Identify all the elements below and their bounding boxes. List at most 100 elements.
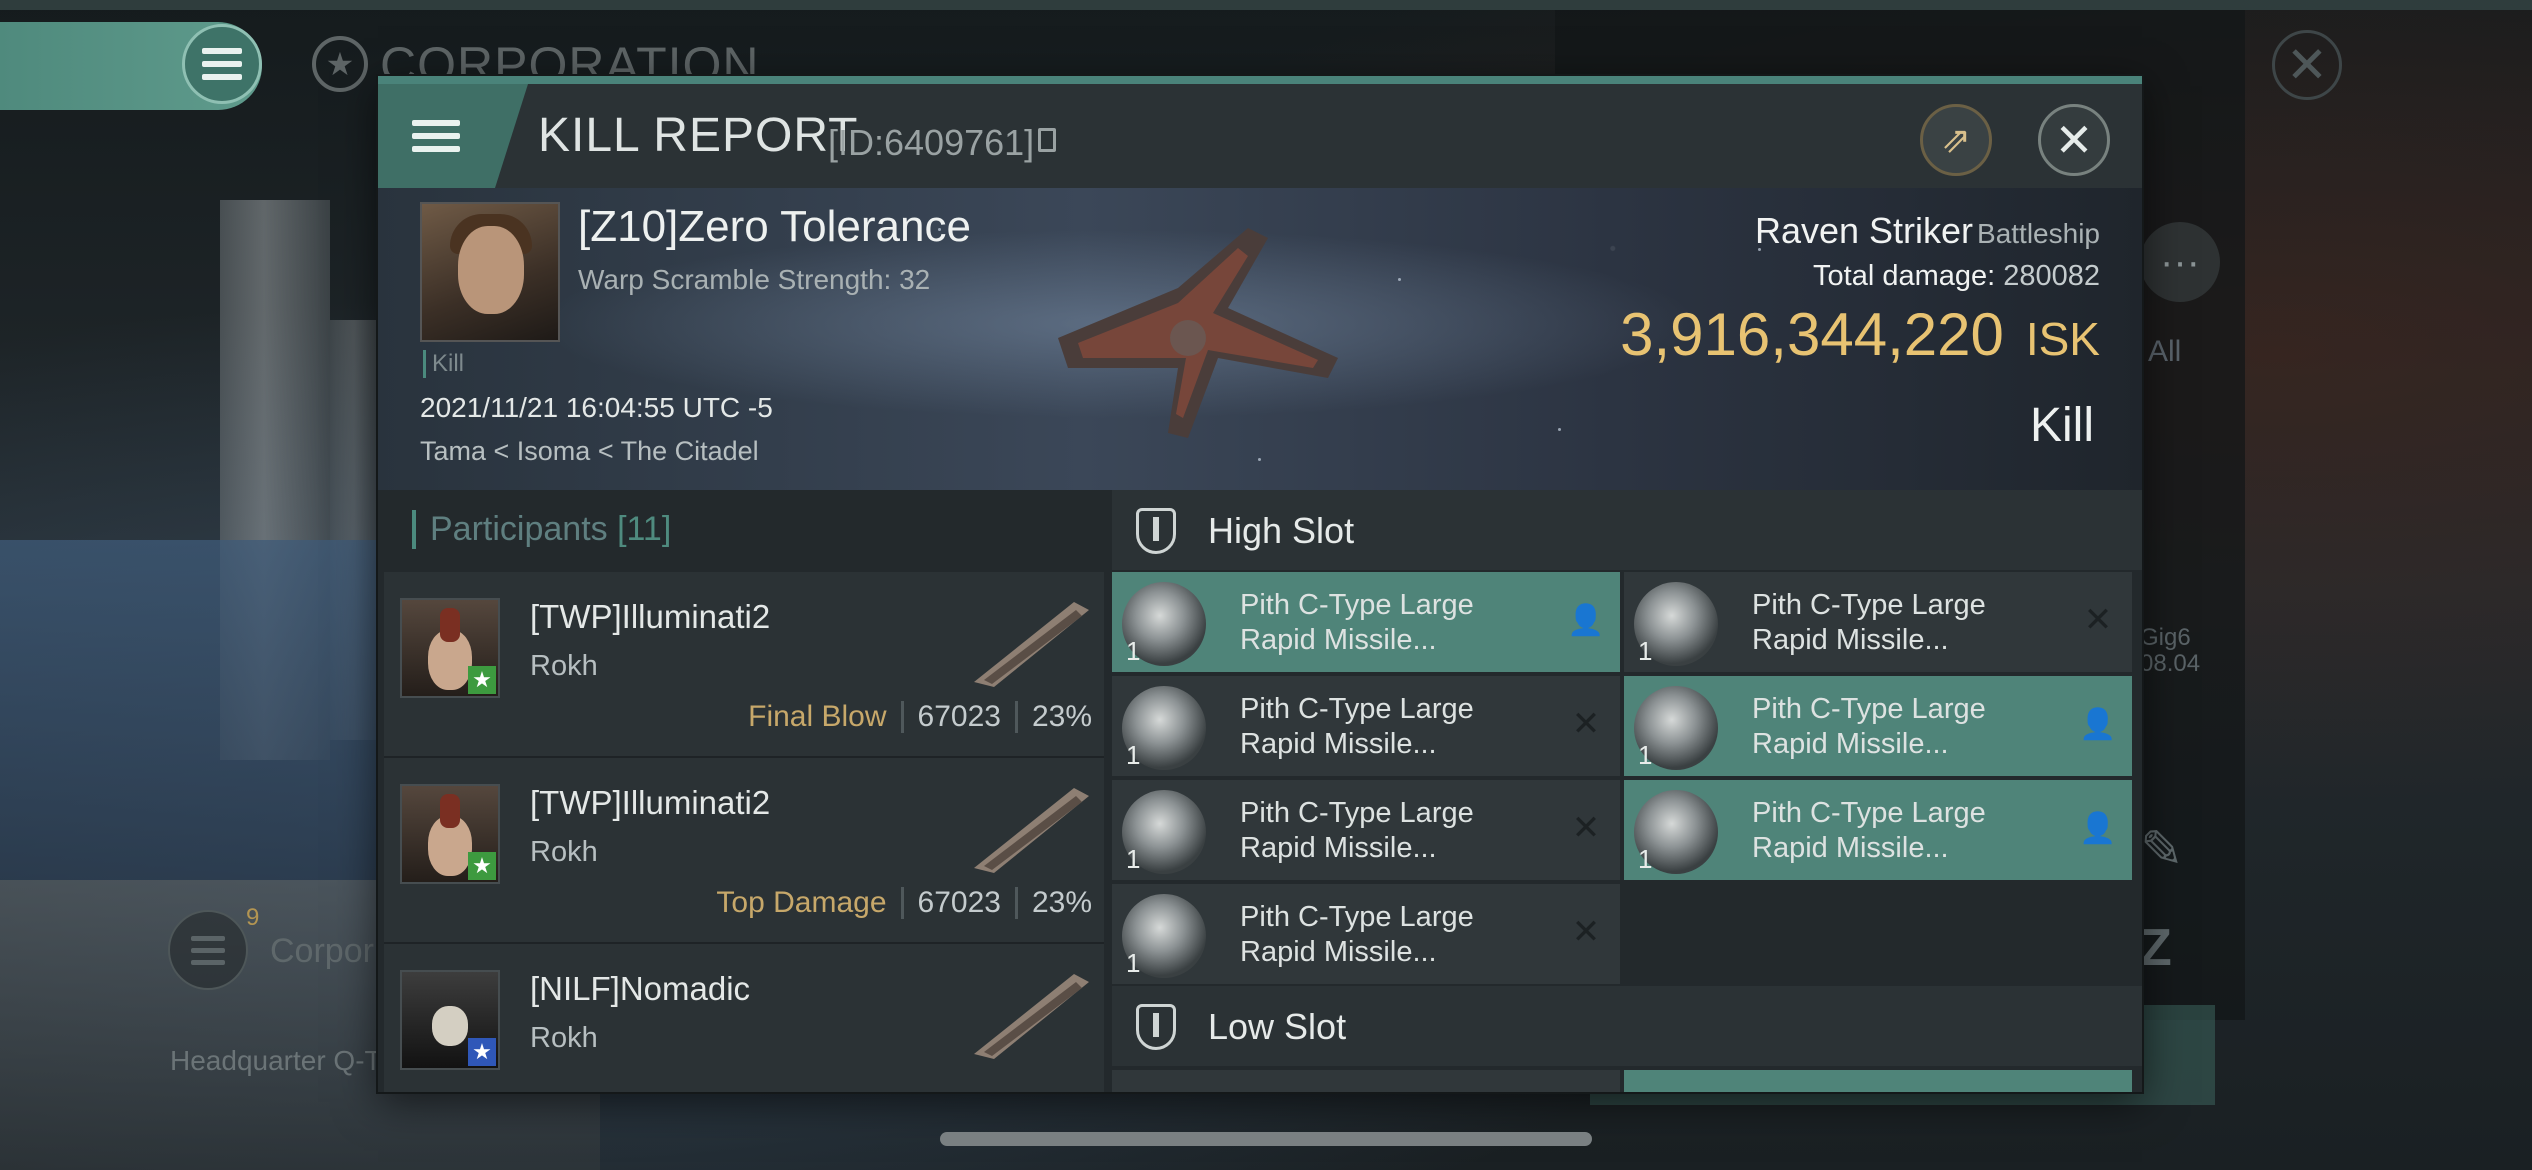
background-close-icon[interactable]: ✕ xyxy=(2272,30,2342,100)
background-menu-icon[interactable] xyxy=(182,24,262,104)
module-item[interactable]: 1 Pith C-Type Large Rapid Missile... 👤 xyxy=(1112,572,1620,672)
corporation-label: Corpor xyxy=(270,932,374,970)
participant-tag: Final Blow xyxy=(748,700,887,733)
participant-damage: 67023 xyxy=(917,700,1001,733)
low-slot-icon xyxy=(1136,1004,1176,1050)
participant-name: [NILF]Nomadic xyxy=(530,970,751,1007)
copy-icon[interactable] xyxy=(1038,128,1056,152)
background-gig-info: Gig6 08.04 xyxy=(2140,625,2200,677)
victim-ship[interactable]: Raven Striker Battleship xyxy=(1755,210,2100,252)
kill-type: Kill xyxy=(2029,399,2094,452)
headquarter-label: Headquarter Q-T xyxy=(170,1045,382,1076)
portrait-hair xyxy=(440,794,460,828)
divider xyxy=(1014,887,1018,919)
kill-location[interactable]: Tama < Isoma < The Citadel xyxy=(420,436,759,467)
home-indicator[interactable] xyxy=(940,1132,1592,1146)
fitting-panel: High Slot 1 Pith C-Type Large Rapid Missi… xyxy=(1112,490,2142,1092)
corporation-badge-count: 9 xyxy=(246,904,260,931)
module-item[interactable]: 1 Pith C-Type Large Rapid Missile... 👤 xyxy=(1624,780,2132,880)
victim-banner: [Z10]Zero Tolerance Warp Scramble Streng… xyxy=(378,188,2142,490)
window-top-accent xyxy=(378,76,2142,84)
module-quantity: 1 xyxy=(1126,948,1141,978)
participant-row[interactable]: ★ [TWP]Illuminati2 Rokh Final Blow 67023 2… xyxy=(384,572,1104,758)
low-slot-label: Low Slot xyxy=(1208,1006,1347,1047)
participant-row[interactable]: ★ [TWP]Illuminati2 Rokh Top Damage 67023 2… xyxy=(384,758,1104,944)
participant-tag: Top Damage xyxy=(716,886,887,919)
hamburger-icon xyxy=(191,935,225,965)
module-name: Pith C-Type Large Rapid Missile... xyxy=(1240,588,1474,658)
star-badge-icon: ★ xyxy=(468,1038,496,1066)
participants-label: Participants xyxy=(430,510,608,548)
corporation-menu-button[interactable] xyxy=(168,910,248,990)
module-name-line2: Rapid Missile... xyxy=(1240,624,1437,656)
module-item[interactable]: 1 Pith C-Type Large Rapid Missile... ✕ xyxy=(1112,780,1620,880)
module-name: Pith C-Type Large Rapid Missile... xyxy=(1752,692,1986,762)
background-structure xyxy=(0,540,380,880)
module-name-line2: Rapid Missile... xyxy=(1752,728,1949,760)
victim-name[interactable]: [Z10]Zero Tolerance xyxy=(578,202,971,252)
module-name: Pith C-Type Large Rapid Missile... xyxy=(1240,796,1474,866)
all-filter-label[interactable]: All xyxy=(2148,335,2181,369)
destroyed-x-icon: ✕ xyxy=(1571,705,1601,743)
participants-count: [11] xyxy=(617,510,672,548)
participant-percent: 23% xyxy=(1031,700,1092,733)
star xyxy=(1258,458,1261,461)
divider xyxy=(900,887,904,919)
kill-datetime: 2021/11/21 16:04:55 UTC -5 xyxy=(420,392,773,423)
hamburger-icon xyxy=(412,120,460,152)
high-slot-icon xyxy=(1136,508,1176,554)
module-item[interactable]: 1 Pith C-Type Large Rapid Missile... ✕ xyxy=(1624,572,2132,672)
more-options-icon[interactable]: ··· xyxy=(2140,222,2220,302)
total-damage-value: 280082 xyxy=(2003,260,2100,292)
module-item[interactable]: 1 Pith C-Type Large Rapid Missile... 👤 xyxy=(1624,676,2132,776)
total-damage-label: Total damage: xyxy=(1813,260,1996,292)
participant-percent: 23% xyxy=(1031,886,1092,919)
external-link-icon: ⇗ xyxy=(1940,119,1972,160)
destroyed-x-icon: ✕ xyxy=(1571,913,1601,951)
destroyed-x-icon: ✕ xyxy=(1571,809,1601,847)
participants-panel: Participants [11] ★ [TWP]Illuminati2 Rok… xyxy=(378,490,1106,1092)
module-name: Pith C-Type Large Rapid Missile... xyxy=(1240,692,1474,762)
participant-ship-image xyxy=(974,974,1089,1059)
module-quantity: 1 xyxy=(1638,844,1653,874)
module-name: Pith C-Type Large Rapid Missile... xyxy=(1752,796,1986,866)
dropped-person-icon: 👤 xyxy=(2079,707,2117,741)
star-badge-icon: ★ xyxy=(468,666,496,694)
isk-value: 3,916,344,220 ISK xyxy=(1620,300,2100,369)
module-item-partial[interactable] xyxy=(1624,1070,2132,1092)
module-item[interactable]: 1 Pith C-Type Large Rapid Missile... ✕ xyxy=(1112,676,1620,776)
module-name-line1: Pith C-Type Large xyxy=(1752,693,1986,725)
victim-ship-image[interactable] xyxy=(1038,208,1368,458)
module-name-line1: Pith C-Type Large xyxy=(1240,589,1474,621)
star-badge-icon: ★ xyxy=(468,852,496,880)
module-item-partial[interactable] xyxy=(1112,1070,1620,1092)
module-name-line2: Rapid Missile... xyxy=(1752,624,1949,656)
close-button[interactable]: ✕ xyxy=(2038,104,2110,176)
edit-icon[interactable]: ✎ xyxy=(2140,820,2184,880)
module-name-line2: Rapid Missile... xyxy=(1240,728,1437,760)
participant-row[interactable]: ★ [NILF]Nomadic Rokh xyxy=(384,944,1104,1092)
module-name: Pith C-Type Large Rapid Missile... xyxy=(1240,900,1474,970)
divider xyxy=(900,701,904,733)
high-slot-header: High Slot xyxy=(1112,490,2142,570)
module-quantity: 1 xyxy=(1638,740,1653,770)
victim-portrait[interactable] xyxy=(420,202,560,342)
module-name-line1: Pith C-Type Large xyxy=(1752,797,1986,829)
share-button[interactable]: ⇗ xyxy=(1920,104,1992,176)
portrait-hair xyxy=(440,608,460,642)
page-title: KILL REPORT xyxy=(538,109,859,162)
sleep-settings-icon[interactable]: Z xyxy=(2140,918,2172,978)
module-name-line2: Rapid Missile... xyxy=(1240,832,1437,864)
module-name-line1: Pith C-Type Large xyxy=(1240,693,1474,725)
destroyed-x-icon: ✕ xyxy=(2083,601,2113,639)
header-menu-button[interactable] xyxy=(378,84,528,188)
star xyxy=(1398,278,1401,281)
module-quantity: 1 xyxy=(1638,636,1653,666)
ship-class: Battleship xyxy=(1977,218,2100,249)
hamburger-icon xyxy=(202,48,242,80)
module-item[interactable]: 1 Pith C-Type Large Rapid Missile... ✕ xyxy=(1112,884,1620,984)
participant-ship: Rokh xyxy=(530,836,598,868)
close-icon: ✕ xyxy=(2054,114,2094,166)
gig-date: 08.04 xyxy=(2140,650,2201,677)
module-quantity: 1 xyxy=(1126,844,1141,874)
